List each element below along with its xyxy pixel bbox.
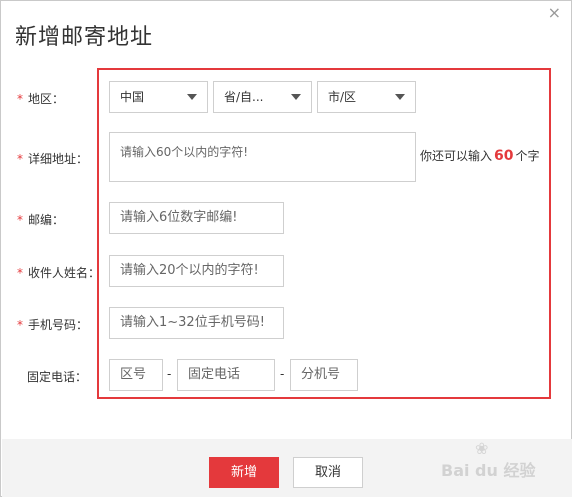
counter-prefix: 你还可以输入 <box>420 149 493 163</box>
required-mark: * <box>17 318 23 332</box>
cancel-button[interactable]: 取消 <box>293 457 363 488</box>
address-label: * 详细地址： <box>17 150 88 167</box>
separator: - <box>167 367 172 381</box>
watermark-logo: ❀ Bai du 经验 <box>441 439 561 481</box>
landline-number-input[interactable]: 固定电话 <box>177 359 275 391</box>
counter-suffix: 个字 <box>515 149 540 163</box>
postcode-label-text: 邮编： <box>28 213 65 227</box>
recipient-name-input[interactable]: 请输入20个以内的字符! <box>109 255 284 287</box>
paw-icon: ❀ <box>475 439 489 458</box>
city-select[interactable]: 市/区 <box>317 81 416 113</box>
mobile-label: * 手机号码： <box>17 316 88 333</box>
watermark-text: Bai du 经验 <box>441 461 536 480</box>
recipient-label-text: 收件人姓名： <box>28 266 101 280</box>
postcode-input[interactable]: 请输入6位数字邮编! <box>109 202 284 234</box>
address-label-text: 详细地址： <box>28 152 89 166</box>
mobile-label-text: 手机号码： <box>28 318 89 332</box>
city-select-value: 市/区 <box>328 90 357 104</box>
extension-input[interactable]: 分机号 <box>290 359 358 391</box>
country-select[interactable]: 中国 <box>109 81 208 113</box>
province-select[interactable]: 省/自... <box>213 81 312 113</box>
close-icon[interactable]: × <box>548 3 561 22</box>
char-counter: 你还可以输入 60 个字 <box>420 147 540 164</box>
landline-label: 固定电话： <box>27 370 88 384</box>
chevron-down-icon <box>395 94 405 100</box>
recipient-label: * 收件人姓名： <box>17 264 100 281</box>
required-mark: * <box>17 92 23 106</box>
address-textarea[interactable]: 请输入60个以内的字符! <box>109 132 416 182</box>
dialog-title: 新增邮寄地址 <box>15 25 154 50</box>
country-select-value: 中国 <box>120 90 145 104</box>
chevron-down-icon <box>291 94 301 100</box>
required-mark: * <box>17 266 23 280</box>
area-code-input[interactable]: 区号 <box>109 359 163 391</box>
separator: - <box>280 367 285 381</box>
chevron-down-icon <box>187 94 197 100</box>
add-address-dialog: 新增邮寄地址 × * 地区： 中国 省/自... 市/区 * 详细地址： 请输入60… <box>0 0 572 497</box>
region-label-text: 地区： <box>28 92 65 106</box>
required-mark: * <box>17 213 23 227</box>
add-button[interactable]: 新增 <box>209 457 279 488</box>
mobile-input[interactable]: 请输入1~32位手机号码! <box>109 307 284 339</box>
province-select-value: 省/自... <box>224 90 264 104</box>
required-mark: * <box>17 152 23 166</box>
region-label: * 地区： <box>17 90 64 107</box>
counter-value: 60 <box>494 148 514 164</box>
postcode-label: * 邮编： <box>17 211 64 228</box>
